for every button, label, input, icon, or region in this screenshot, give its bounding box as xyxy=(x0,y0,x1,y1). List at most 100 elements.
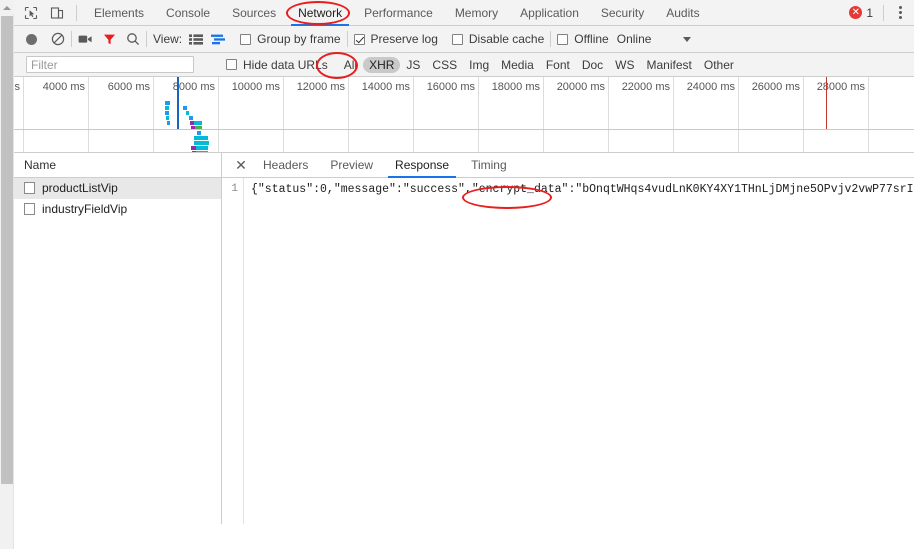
controls-divider-1 xyxy=(71,31,72,47)
disable-cache-box[interactable] xyxy=(451,33,463,45)
waterfall-view-icon[interactable] xyxy=(211,34,226,45)
filter-toolbar: Hide data URLs All XHR JS CSS Img Media … xyxy=(14,53,914,77)
close-icon[interactable]: ✕ xyxy=(230,154,252,176)
timeline-tick-label: 14000 ms xyxy=(361,81,410,93)
filter-icon[interactable] xyxy=(103,33,116,46)
tab-elements[interactable]: Elements xyxy=(83,0,155,26)
timeline-tick-label: 24000 ms xyxy=(686,81,735,93)
detail-tab-response[interactable]: Response xyxy=(384,153,460,178)
timeline-tick-label: 10000 ms xyxy=(231,81,280,93)
request-list-empty-area xyxy=(14,220,221,524)
network-split-view: Name productListVip industryFieldVip ✕ H… xyxy=(14,153,914,524)
filter-type-other[interactable]: Other xyxy=(698,57,740,73)
chevron-down-icon xyxy=(683,36,692,42)
detail-tab-timing[interactable]: Timing xyxy=(460,153,518,178)
tab-network[interactable]: Network xyxy=(287,0,353,26)
detail-tab-preview[interactable]: Preview xyxy=(319,153,384,178)
hide-data-urls-box[interactable] xyxy=(226,59,237,70)
offline-label: Offline xyxy=(574,32,609,46)
filter-type-font[interactable]: Font xyxy=(540,57,576,73)
request-row-industryfieldvip[interactable]: industryFieldVip xyxy=(14,199,221,220)
view-label: View: xyxy=(153,32,183,46)
timeline-tick-label: 16000 ms xyxy=(426,81,475,93)
request-name: industryFieldVip xyxy=(42,202,128,216)
tab-performance[interactable]: Performance xyxy=(353,0,444,26)
search-icon[interactable] xyxy=(126,32,140,46)
filter-type-css[interactable]: CSS xyxy=(426,57,463,73)
filter-type-all[interactable]: All xyxy=(338,57,363,73)
request-list-pane: Name productListVip industryFieldVip xyxy=(14,153,222,524)
devtools-window: Elements Console Sources Network Perform… xyxy=(0,0,914,549)
tabbar-right-cluster: ✕ 1 xyxy=(849,3,914,23)
error-badge[interactable]: ✕ 1 xyxy=(849,6,873,20)
preserve-log-checkbox[interactable]: Preserve log xyxy=(353,32,438,46)
line-number-gutter: 1 xyxy=(222,178,244,524)
devtools-tabbar: Elements Console Sources Network Perform… xyxy=(14,0,914,26)
timeline-tick-label: 12000 ms xyxy=(296,81,345,93)
preserve-log-label: Preserve log xyxy=(370,32,438,46)
timeline-tick-label: 20000 ms xyxy=(556,81,605,93)
filter-type-media[interactable]: Media xyxy=(495,57,540,73)
timeline-tick-label: 6000 ms xyxy=(107,81,150,93)
tab-audits[interactable]: Audits xyxy=(655,0,710,26)
tabbar-right-divider xyxy=(883,4,884,21)
filter-type-doc[interactable]: Doc xyxy=(576,57,609,73)
hide-data-urls-checkbox[interactable]: Hide data URLs xyxy=(226,58,328,72)
filter-type-manifest[interactable]: Manifest xyxy=(641,57,698,73)
overview-baseline xyxy=(14,129,914,130)
request-name: productListVip xyxy=(42,181,118,195)
timeline-tick-label: 8000 ms xyxy=(172,81,215,93)
controls-divider-4 xyxy=(550,31,552,47)
clear-button[interactable] xyxy=(51,32,65,46)
devtools-panel: Elements Console Sources Network Perform… xyxy=(14,0,914,549)
detail-tab-headers[interactable]: Headers xyxy=(252,153,319,178)
request-list-header[interactable]: Name xyxy=(14,153,221,178)
dom-content-loaded-marker xyxy=(177,77,179,129)
tab-memory[interactable]: Memory xyxy=(444,0,509,26)
document-icon xyxy=(24,182,35,194)
timeline-tick-label: 4000 ms xyxy=(42,81,85,93)
group-by-frame-checkbox[interactable]: Group by frame xyxy=(240,32,341,46)
scrollbar-up-arrow[interactable] xyxy=(0,0,14,14)
controls-divider-2 xyxy=(146,31,147,47)
record-button[interactable] xyxy=(26,33,37,45)
filter-input[interactable] xyxy=(26,56,194,73)
offline-checkbox[interactable]: Offline xyxy=(557,32,609,46)
timeline-tick-label: 28000 ms xyxy=(816,81,865,93)
response-content: {"status":0,"message":"success","encrypt… xyxy=(251,183,914,196)
preserve-log-box[interactable] xyxy=(353,33,365,45)
capture-screenshots-icon[interactable] xyxy=(78,33,93,45)
disable-cache-checkbox[interactable]: Disable cache xyxy=(451,32,545,46)
filter-type-img[interactable]: Img xyxy=(463,57,495,73)
tab-application[interactable]: Application xyxy=(509,0,590,26)
error-icon: ✕ xyxy=(849,6,863,19)
error-count: 1 xyxy=(866,5,873,20)
inspect-element-icon[interactable] xyxy=(18,1,44,25)
tab-sources[interactable]: Sources xyxy=(221,0,287,26)
response-body[interactable]: 1 {"status":0,"message":"success","encry… xyxy=(222,178,914,524)
filter-type-ws[interactable]: WS xyxy=(609,57,640,73)
timeline-tick-label: 18000 ms xyxy=(491,81,540,93)
network-controls-toolbar: View: Group by frame Preserve log Disabl… xyxy=(14,26,914,53)
detail-tabbar: ✕ Headers Preview Response Timing xyxy=(222,153,914,178)
load-event-marker xyxy=(826,77,827,129)
list-view-icon[interactable] xyxy=(189,33,204,45)
timeline-tick-label: 26000 ms xyxy=(751,81,800,93)
filter-type-xhr[interactable]: XHR xyxy=(363,56,401,73)
request-row-productlistvip[interactable]: productListVip xyxy=(14,178,221,199)
page-scrollbar[interactable] xyxy=(0,0,14,549)
network-overview-timeline[interactable]: 2000 ms 4000 ms 6000 ms 8000 ms 10000 ms… xyxy=(14,77,914,153)
group-by-frame-label: Group by frame xyxy=(257,32,341,46)
hide-data-urls-label: Hide data URLs xyxy=(243,57,328,72)
device-toolbar-icon[interactable] xyxy=(44,1,70,25)
filter-type-js[interactable]: JS xyxy=(400,57,426,73)
offline-box[interactable] xyxy=(557,33,569,45)
document-icon xyxy=(24,203,35,215)
tab-console[interactable]: Console xyxy=(155,0,221,26)
kebab-menu-icon[interactable] xyxy=(892,3,908,23)
group-by-frame-box[interactable] xyxy=(240,33,252,45)
disable-cache-label: Disable cache xyxy=(468,32,545,46)
tab-security[interactable]: Security xyxy=(590,0,655,26)
scrollbar-thumb[interactable] xyxy=(1,16,13,484)
throttling-select[interactable]: Online xyxy=(617,32,692,46)
